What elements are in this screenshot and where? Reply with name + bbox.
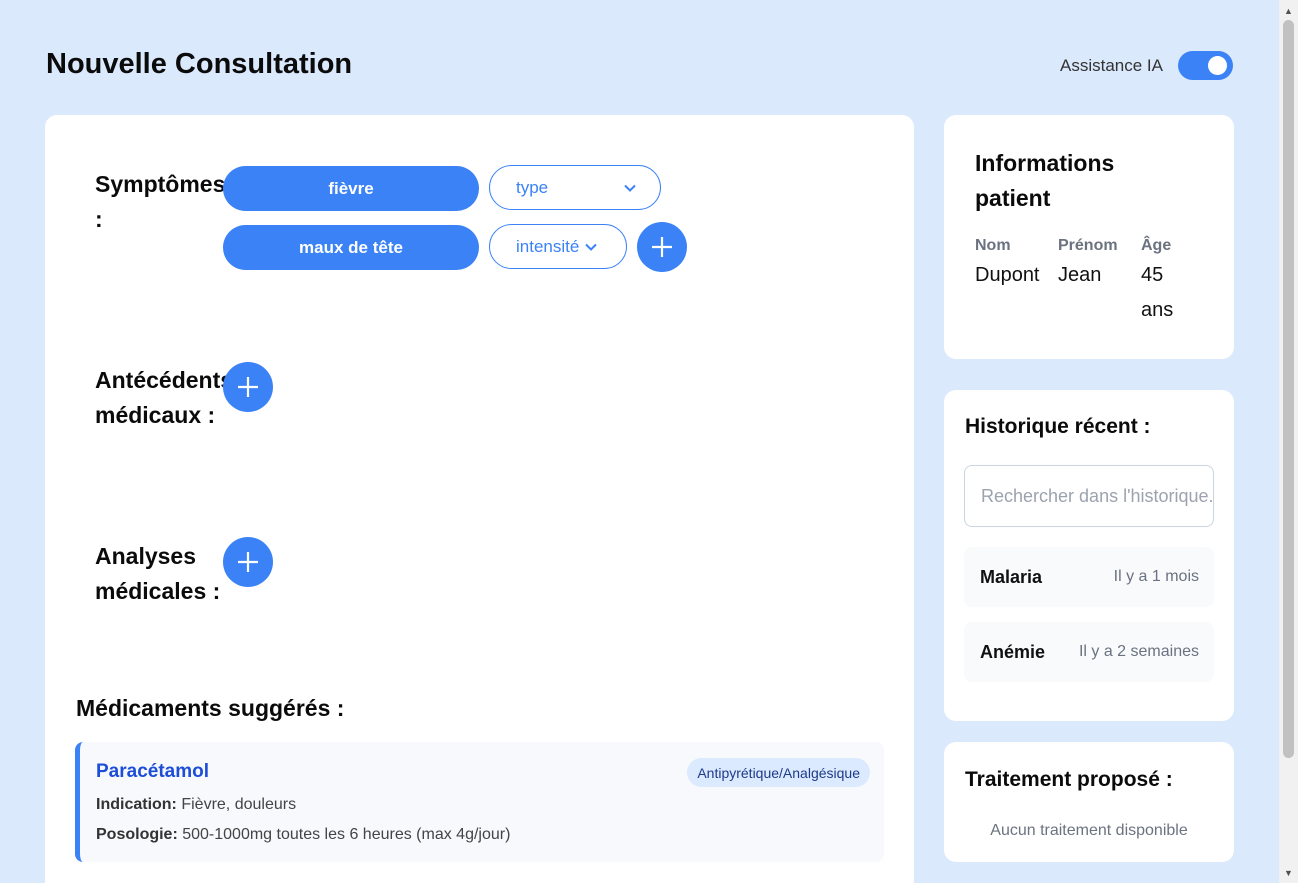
scrollbar-thumb[interactable] bbox=[1283, 20, 1294, 758]
patient-field-nom: Nom Dupont bbox=[975, 237, 1055, 293]
plus-icon bbox=[652, 237, 672, 257]
patient-field-age: Âge 45 ans bbox=[1141, 237, 1191, 328]
symptom-chip-fievre[interactable]: fièvre bbox=[223, 166, 479, 211]
history-item[interactable]: Anémie Il y a 2 semaines bbox=[964, 622, 1214, 682]
history-item-name: Malaria bbox=[980, 566, 1043, 587]
field-value: 45 ans bbox=[1141, 264, 1174, 321]
symptom-name: maux de tête bbox=[299, 237, 403, 257]
history-item-name: Anémie bbox=[980, 641, 1046, 662]
posologie-value: 500-1000mg toutes les 6 heures (max 4g/j… bbox=[182, 826, 511, 843]
scroll-down-arrow-icon[interactable]: ▼ bbox=[1279, 864, 1298, 881]
ai-assist-toggle[interactable] bbox=[1178, 51, 1233, 80]
symptom-name: fièvre bbox=[328, 178, 374, 198]
ai-assist-control: Assistance IA bbox=[1060, 51, 1233, 80]
posologie-label: Posologie: bbox=[96, 826, 178, 843]
indication-label: Indication: bbox=[96, 796, 177, 813]
consultation-form: Symptômes : fièvre type maux de tête int… bbox=[45, 115, 914, 883]
select-value: intensité bbox=[516, 236, 580, 256]
symptom-chip-maux-de-tete[interactable]: maux de tête bbox=[223, 225, 479, 270]
indication-value: Fièvre, douleurs bbox=[181, 796, 297, 813]
toggle-knob bbox=[1208, 56, 1227, 75]
medication-category-badge: Antipyrétique/Analgésique bbox=[687, 758, 870, 787]
field-label: Âge bbox=[1141, 237, 1172, 254]
history-item-time: Il y a 2 semaines bbox=[1078, 643, 1199, 660]
recent-history-card: Historique récent : Malaria Il y a 1 moi… bbox=[944, 390, 1234, 721]
field-label: Prénom bbox=[1058, 237, 1118, 254]
field-label: Nom bbox=[975, 237, 1011, 254]
medication-card[interactable]: Paracétamol Antipyrétique/Analgésique In… bbox=[75, 742, 884, 862]
patient-field-prenom: Prénom Jean bbox=[1058, 237, 1138, 293]
medication-indication: Indication: Fièvre, douleurs bbox=[96, 796, 296, 814]
proposed-treatment-title: Traitement proposé : bbox=[965, 768, 1173, 791]
patient-info-card: Informations patient Nom Dupont Prénom J… bbox=[944, 115, 1234, 359]
recent-history-title: Historique récent : bbox=[965, 415, 1151, 438]
symptom-type-select[interactable]: type bbox=[489, 165, 661, 210]
scroll-up-arrow-icon[interactable]: ▲ bbox=[1279, 2, 1298, 19]
field-value: Dupont bbox=[975, 264, 1040, 286]
symptom-intensity-select[interactable]: intensité bbox=[489, 224, 627, 269]
chevron-down-icon bbox=[624, 180, 636, 195]
select-value: type bbox=[516, 177, 549, 197]
plus-icon bbox=[238, 552, 258, 572]
antecedents-label: Antécédents médicaux : bbox=[95, 367, 234, 428]
analyses-label: Analyses médicales : bbox=[95, 543, 221, 604]
ai-assist-label: Assistance IA bbox=[1060, 55, 1163, 75]
add-symptom-button[interactable] bbox=[637, 222, 687, 272]
page-scrollbar[interactable]: ▲ ▼ bbox=[1279, 0, 1298, 883]
suggested-medications-title: Médicaments suggérés : bbox=[76, 695, 345, 721]
page-title: Nouvelle Consultation bbox=[46, 48, 353, 80]
add-antecedent-button[interactable] bbox=[223, 362, 273, 412]
field-value: Jean bbox=[1058, 264, 1102, 286]
patient-info-title: Informations patient bbox=[975, 150, 1115, 211]
symptoms-label: Symptômes : bbox=[95, 167, 225, 237]
chevron-down-icon bbox=[585, 239, 598, 254]
add-analysis-button[interactable] bbox=[223, 537, 273, 587]
medication-posologie: Posologie: 500-1000mg toutes les 6 heure… bbox=[96, 826, 510, 844]
proposed-treatment-card: Traitement proposé : Aucun traitement di… bbox=[944, 742, 1234, 862]
history-item[interactable]: Malaria Il y a 1 mois bbox=[964, 547, 1214, 607]
history-item-time: Il y a 1 mois bbox=[1113, 568, 1199, 585]
treatment-empty-message: Aucun traitement disponible bbox=[990, 822, 1188, 839]
history-search-input[interactable] bbox=[964, 465, 1214, 527]
symptoms-label-text: Symptômes : bbox=[95, 171, 226, 232]
medication-name: Paracétamol bbox=[96, 761, 210, 782]
plus-icon bbox=[238, 377, 258, 397]
